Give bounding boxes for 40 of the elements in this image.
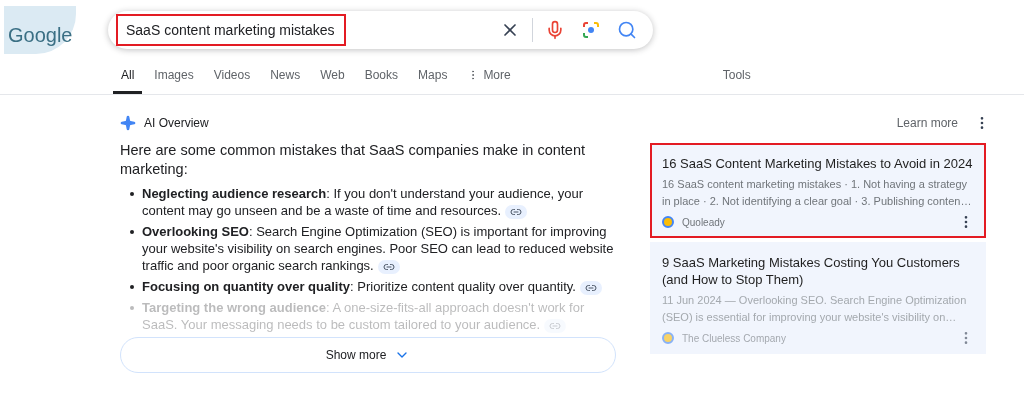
source-title: 16 SaaS Content Marketing Mistakes to Avoid in 2024 xyxy=(662,155,974,172)
doodle-logo[interactable]: Google xyxy=(4,6,76,54)
bullet-icon xyxy=(130,192,134,196)
overview-intro: Here are some common mistakes that SaaS companies make in content marketing: xyxy=(120,141,587,179)
bullet-icon xyxy=(130,306,134,310)
search-tab[interactable]: Images xyxy=(146,59,202,94)
show-more-button[interactable]: Show more xyxy=(120,337,616,373)
source-card[interactable]: 16 SaaS Content Marketing Mistakes to Avoid in 2024 16 SaaS content marketing mistakes · 1. Not having a strategy in place · 2. Not identifying a clear goal · 3. Publishing conten… Quoleady xyxy=(650,143,986,238)
site-favicon-icon xyxy=(662,332,674,344)
learn-more-link[interactable]: Learn more xyxy=(896,114,958,132)
link-icon[interactable] xyxy=(377,259,400,274)
overview-point: Targeting the wrong audience: A one-size-fits-all approach doesn't work for SaaS. Your messaging needs to be custom tailored to your audience. xyxy=(142,299,586,333)
search-field[interactable]: SaaS content marketing mistakes xyxy=(116,14,346,46)
source-title: 9 SaaS Marketing Mistakes Costing You Customers (and How to Stop Them) xyxy=(662,254,961,288)
link-icon[interactable] xyxy=(579,280,602,295)
search-tab[interactable]: Videos xyxy=(205,59,259,94)
link-icon[interactable] xyxy=(505,204,528,219)
site-favicon-icon xyxy=(662,216,674,228)
search-tab[interactable]: More xyxy=(459,59,519,94)
sparkle-icon xyxy=(120,115,136,131)
search-tab[interactable]: News xyxy=(262,59,309,94)
camera-lens-icon[interactable] xyxy=(581,20,601,40)
overview-point: Focusing on quantity over quality: Prioritize content quality over quantity. xyxy=(142,278,602,295)
source-snippet: 11 Jun 2024 — Overlooking SEO. Search Engine Optimization (SEO) is essential for improving your website's visibility on… xyxy=(662,293,968,325)
overview-point: Overlooking SEO: Search Engine Optimization (SEO) is important for improving your website's visibility on search engines. Poor SEO can lead to reduced website traffic and poor organic search rankings. xyxy=(142,223,615,274)
source-snippet: 16 SaaS content marketing mistakes · 1. Not having a strategy in place · 2. Not identifying a clear goal · 3. Publishing conten… xyxy=(662,177,973,209)
search-tab[interactable]: Web xyxy=(312,59,353,94)
overview-point: Neglecting audience research: If you don't understand your audience, your content may go unseen and be a waste of time and resources. xyxy=(142,185,585,219)
search-tab[interactable]: Maps xyxy=(410,59,456,94)
source-site: The Clueless Company xyxy=(682,331,787,346)
search-icon[interactable] xyxy=(617,20,637,40)
search-tab[interactable]: All xyxy=(113,59,143,94)
source-card[interactable] xyxy=(650,242,986,354)
overview-title: AI Overview xyxy=(144,115,209,132)
search-tab[interactable]: Books xyxy=(356,59,407,94)
microphone-icon[interactable] xyxy=(545,20,565,40)
bullet-icon xyxy=(130,230,134,234)
tools-button[interactable]: Tools xyxy=(722,59,751,94)
bullet-icon xyxy=(130,285,134,289)
source-site: Quoleady xyxy=(682,215,726,230)
